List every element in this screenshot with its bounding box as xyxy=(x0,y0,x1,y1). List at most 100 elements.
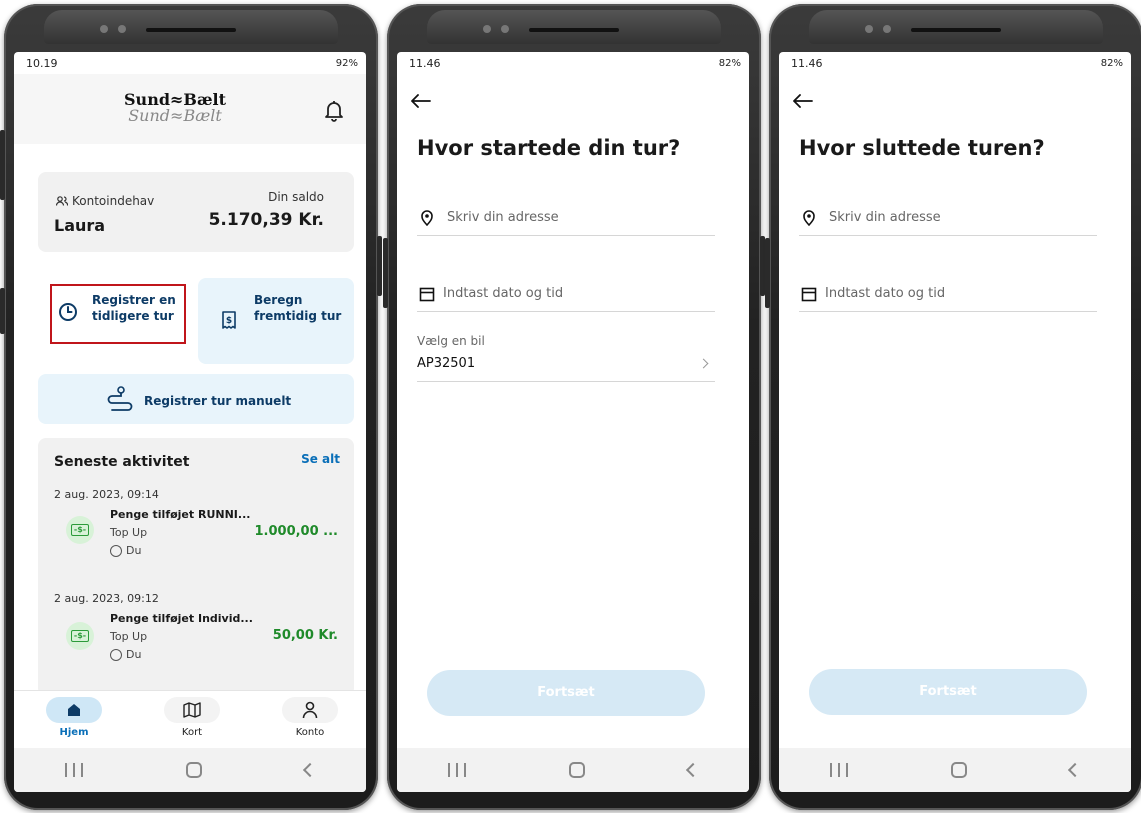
address-field[interactable]: Skriv din adresse xyxy=(417,202,715,236)
bell-icon[interactable] xyxy=(324,100,344,122)
status-time: 11.46 xyxy=(791,56,823,70)
phone-top-bezel xyxy=(44,10,338,44)
activity-type-1: Top Up xyxy=(110,526,148,539)
camera-icon xyxy=(501,25,509,33)
volume-button xyxy=(383,238,388,308)
recent-apps-icon[interactable] xyxy=(448,763,467,777)
account-card[interactable]: Kontoindehav Laura Din saldo 5.170,39 Kr… xyxy=(38,172,354,252)
address-field[interactable]: Skriv din adresse xyxy=(799,202,1097,236)
location-pin-icon xyxy=(421,210,433,226)
address-placeholder: Skriv din adresse xyxy=(829,210,941,225)
person-icon xyxy=(302,701,318,719)
phone-top-bezel xyxy=(809,10,1103,44)
camera-icon xyxy=(118,25,126,33)
sund-baelt-logo: Sund≈Bælt Sund≈Bælt xyxy=(124,92,226,124)
clock-icon xyxy=(59,303,77,321)
bixby-button xyxy=(0,288,5,334)
phone-home: 10.19 92% Sund≈Bælt Sund≈Bælt Kontoindeh… xyxy=(0,4,382,810)
route-icon xyxy=(107,386,133,411)
location-pin-icon xyxy=(803,210,815,226)
datetime-field[interactable]: Indtast dato og tid xyxy=(417,278,715,312)
activity-date-1: 2 aug. 2023, 09:14 xyxy=(54,488,159,501)
tab-map[interactable]: Kort xyxy=(162,697,222,738)
page-title: Hvor sluttede turen? xyxy=(799,136,1045,160)
account-holder-label: Kontoindehav xyxy=(72,194,155,208)
tab-home[interactable]: Hjem xyxy=(44,697,104,738)
power-button xyxy=(377,236,382,296)
balance-label: Din saldo xyxy=(268,190,324,204)
system-navigation-bar xyxy=(779,748,1131,792)
status-battery: 82% xyxy=(1100,57,1123,69)
system-navigation-bar xyxy=(14,748,366,792)
activity-who-2: Du xyxy=(126,648,142,661)
end-trip-screen: 11.46 82% Hvor sluttede turen? Skriv din… xyxy=(779,52,1131,792)
people-icon xyxy=(56,196,68,206)
system-back-icon[interactable] xyxy=(302,762,317,778)
status-bar: 11.46 82% xyxy=(779,52,1131,74)
datetime-field[interactable]: Indtast dato og tid xyxy=(799,278,1097,312)
account-holder-name: Laura xyxy=(54,216,106,235)
car-select[interactable]: AP32501 xyxy=(417,350,715,382)
continue-button[interactable]: Fortsæt xyxy=(809,669,1087,715)
datetime-placeholder: Indtast dato og tid xyxy=(825,286,946,301)
map-icon xyxy=(183,702,201,718)
system-navigation-bar xyxy=(397,748,749,792)
system-home-icon[interactable] xyxy=(185,762,202,778)
activity-who-1: Du xyxy=(126,544,142,557)
back-arrow-icon[interactable] xyxy=(411,94,431,108)
system-back-icon[interactable] xyxy=(1067,762,1082,778)
phone-top-bezel xyxy=(427,10,721,44)
register-past-trip-label: Registrer en tidligere tur xyxy=(92,293,176,324)
recent-apps-icon[interactable] xyxy=(65,763,84,777)
status-time: 11.46 xyxy=(409,56,441,70)
logo-line2: Sund≈Bælt xyxy=(128,106,222,125)
speaker-grille xyxy=(911,28,1001,32)
start-trip-screen: 11.46 82% Hvor startede din tur? Skriv d… xyxy=(397,52,749,792)
chevron-right-icon xyxy=(698,358,709,369)
recent-activity-title: Seneste aktivitet xyxy=(54,454,190,470)
user-circle-icon xyxy=(110,545,122,557)
calculate-future-trip-label: Beregn fremtidig tur xyxy=(254,293,342,324)
sensor-icon xyxy=(865,25,873,33)
status-time: 10.19 xyxy=(26,56,58,70)
sensor-icon xyxy=(483,25,491,33)
activity-amount-1: 1.000,00 ... xyxy=(254,524,339,539)
volume-button xyxy=(0,130,5,200)
system-home-icon[interactable] xyxy=(568,762,585,778)
phone-start-trip: 11.46 82% Hvor startede din tur? Skriv d… xyxy=(383,4,765,810)
sensor-icon xyxy=(100,25,108,33)
activity-name-1[interactable]: Penge tilføjet RUNNI... xyxy=(110,508,250,521)
register-manual-trip-button[interactable]: Registrer tur manuelt xyxy=(38,374,354,424)
tab-account-label: Konto xyxy=(295,727,325,738)
recent-apps-icon[interactable] xyxy=(830,763,849,777)
back-arrow-icon[interactable] xyxy=(793,94,813,108)
address-placeholder: Skriv din adresse xyxy=(447,210,559,225)
datetime-placeholder: Indtast dato og tid xyxy=(443,286,564,301)
calendar-icon xyxy=(801,287,817,302)
speaker-grille xyxy=(529,28,619,32)
camera-icon xyxy=(883,25,891,33)
car-select-value: AP32501 xyxy=(417,356,476,371)
activity-date-2: 2 aug. 2023, 09:12 xyxy=(54,592,159,605)
status-bar: 11.46 82% xyxy=(397,52,749,74)
svg-text:$: $ xyxy=(226,316,232,326)
home-screen: 10.19 92% Sund≈Bælt Sund≈Bælt Kontoindeh… xyxy=(14,52,366,792)
money-icon: -$- xyxy=(66,622,94,650)
activity-type-2: Top Up xyxy=(110,630,148,643)
tab-account[interactable]: Konto xyxy=(280,697,340,738)
recent-activity-card: Seneste aktivitet Se alt 2 aug. 2023, 09… xyxy=(38,438,354,696)
activity-name-2[interactable]: Penge tilføjet Individ... xyxy=(110,612,253,625)
activity-amount-2: 50,00 Kr. xyxy=(272,628,338,643)
user-circle-icon xyxy=(110,649,122,661)
page-title: Hvor startede din tur? xyxy=(417,136,681,160)
app-header: Sund≈Bælt Sund≈Bælt xyxy=(14,74,366,144)
receipt-icon: $ xyxy=(222,311,236,329)
money-icon: -$- xyxy=(66,516,94,544)
system-home-icon[interactable] xyxy=(950,762,967,778)
tab-home-label: Hjem xyxy=(59,727,89,738)
status-battery: 92% xyxy=(335,57,358,69)
system-back-icon[interactable] xyxy=(685,762,700,778)
continue-button[interactable]: Fortsæt xyxy=(427,670,705,716)
see-all-link[interactable]: Se alt xyxy=(301,452,340,466)
speaker-grille xyxy=(146,28,236,32)
